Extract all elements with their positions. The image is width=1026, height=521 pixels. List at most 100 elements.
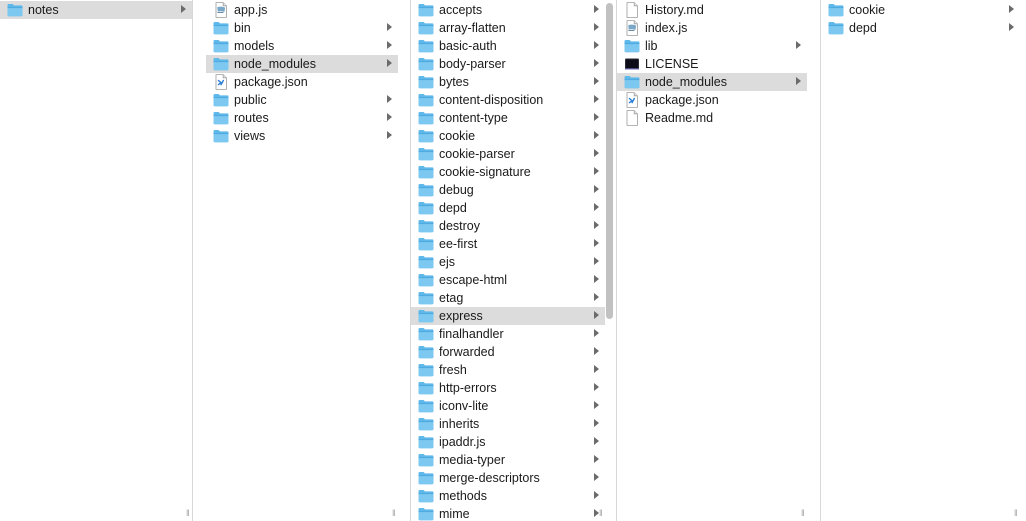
folder-item-cookie-parser[interactable]: cookie-parser	[411, 145, 605, 163]
folder-icon	[418, 200, 434, 216]
disclosure-arrow-icon	[594, 203, 599, 211]
folder-icon	[418, 38, 434, 54]
file-item-package-json[interactable]: package.json	[206, 73, 398, 91]
folder-item-cookie-signature[interactable]: cookie-signature	[411, 163, 605, 181]
folder-item-ee-first[interactable]: ee-first	[411, 235, 605, 253]
folder-item-cookie[interactable]: cookie	[411, 127, 605, 145]
file-item-app-js[interactable]: app.js	[206, 1, 398, 19]
file-item-index-js[interactable]: index.js	[617, 19, 807, 37]
column-resize-handle[interactable]: ‖	[186, 509, 192, 518]
item-label: content-type	[439, 111, 508, 125]
folder-item-content-type[interactable]: content-type	[411, 109, 605, 127]
folder-item-http-errors[interactable]: http-errors	[411, 379, 605, 397]
folder-item-views[interactable]: views	[206, 127, 398, 145]
folder-icon	[624, 74, 640, 90]
disclosure-arrow-icon	[594, 455, 599, 463]
folder-item-merge-descriptors[interactable]: merge-descriptors	[411, 469, 605, 487]
folder-item-content-disposition[interactable]: content-disposition	[411, 91, 605, 109]
folder-item-bin[interactable]: bin	[206, 19, 398, 37]
file-item-readme-md[interactable]: Readme.md	[617, 109, 807, 127]
folder-item-notes[interactable]: notes	[0, 1, 192, 19]
disclosure-arrow-icon	[594, 473, 599, 481]
item-label: escape-html	[439, 273, 508, 287]
finder-column-browser: notes ‖ app.js bin models node_modules package…	[0, 0, 1026, 521]
folder-item-mime[interactable]: mime	[411, 505, 605, 521]
folder-item-models[interactable]: models	[206, 37, 398, 55]
column-resize-handle[interactable]: ‖	[1014, 509, 1020, 518]
folder-icon	[624, 38, 640, 54]
folder-item-basic-auth[interactable]: basic-auth	[411, 37, 605, 55]
item-label: app.js	[234, 3, 268, 17]
folder-item-lib[interactable]: lib	[617, 37, 807, 55]
item-label: iconv-lite	[439, 399, 489, 413]
folder-item-fresh[interactable]: fresh	[411, 361, 605, 379]
item-label: forwarded	[439, 345, 495, 359]
item-label: package.json	[645, 93, 719, 107]
folder-item-public[interactable]: public	[206, 91, 398, 109]
disclosure-arrow-icon	[594, 221, 599, 229]
folder-item-forwarded[interactable]: forwarded	[411, 343, 605, 361]
disclosure-arrow-icon	[594, 239, 599, 247]
folder-icon	[213, 38, 229, 54]
column-divider[interactable]	[192, 0, 193, 521]
item-label: inherits	[439, 417, 480, 431]
folder-item-ipaddr-js[interactable]: ipaddr.js	[411, 433, 605, 451]
disclosure-arrow-icon	[387, 131, 392, 139]
file-item-package-json[interactable]: package.json	[617, 91, 807, 109]
column-4: History.md index.js lib LICENSE node_modules…	[617, 0, 807, 521]
folder-item-depd[interactable]: depd	[411, 199, 605, 217]
folder-item-ejs[interactable]: ejs	[411, 253, 605, 271]
folder-item-inherits[interactable]: inherits	[411, 415, 605, 433]
folder-item-bytes[interactable]: bytes	[411, 73, 605, 91]
column-resize-handle[interactable]: ‖	[599, 509, 605, 518]
item-label: Readme.md	[645, 111, 714, 125]
folder-item-accepts[interactable]: accepts	[411, 1, 605, 19]
disclosure-arrow-icon	[594, 401, 599, 409]
item-label: cookie-signature	[439, 165, 531, 179]
folder-item-escape-html[interactable]: escape-html	[411, 271, 605, 289]
folder-item-debug[interactable]: debug	[411, 181, 605, 199]
folder-icon	[213, 128, 229, 144]
disclosure-arrow-icon	[387, 113, 392, 121]
folder-item-destroy[interactable]: destroy	[411, 217, 605, 235]
folder-item-node-modules[interactable]: node_modules	[206, 55, 398, 73]
disclosure-arrow-icon	[594, 347, 599, 355]
json-file-icon	[213, 74, 229, 90]
text-file-icon	[624, 2, 640, 18]
folder-item-media-typer[interactable]: media-typer	[411, 451, 605, 469]
column-3: accepts array-flatten basic-auth body-parse…	[411, 0, 605, 521]
folder-item-finalhandler[interactable]: finalhandler	[411, 325, 605, 343]
folder-item-body-parser[interactable]: body-parser	[411, 55, 605, 73]
item-label: bytes	[439, 75, 469, 89]
disclosure-arrow-icon	[594, 383, 599, 391]
folder-item-node-modules[interactable]: node_modules	[617, 73, 807, 91]
item-label: views	[234, 129, 266, 143]
vertical-scrollbar[interactable]	[606, 3, 613, 319]
item-label: node_modules	[645, 75, 728, 89]
folder-item-cookie[interactable]: cookie	[821, 1, 1020, 19]
item-label: History.md	[645, 3, 704, 17]
folder-item-iconv-lite[interactable]: iconv-lite	[411, 397, 605, 415]
disclosure-arrow-icon	[594, 365, 599, 373]
folder-icon	[418, 2, 434, 18]
folder-item-routes[interactable]: routes	[206, 109, 398, 127]
folder-item-express[interactable]: express	[411, 307, 605, 325]
column-resize-handle[interactable]: ‖	[392, 509, 398, 518]
column-resize-handle[interactable]: ‖	[801, 509, 807, 518]
item-label: notes	[28, 3, 59, 17]
folder-item-depd[interactable]: depd	[821, 19, 1020, 37]
item-label: merge-descriptors	[439, 471, 540, 485]
item-label: cookie	[849, 3, 886, 17]
text-file-icon	[624, 110, 640, 126]
folder-icon	[418, 182, 434, 198]
file-item-license[interactable]: LICENSE	[617, 55, 807, 73]
js-file-icon	[624, 20, 640, 36]
folder-icon	[418, 470, 434, 486]
folder-icon	[213, 110, 229, 126]
folder-item-array-flatten[interactable]: array-flatten	[411, 19, 605, 37]
folder-icon	[418, 236, 434, 252]
item-label: finalhandler	[439, 327, 504, 341]
folder-item-etag[interactable]: etag	[411, 289, 605, 307]
file-item-history-md[interactable]: History.md	[617, 1, 807, 19]
folder-item-methods[interactable]: methods	[411, 487, 605, 505]
